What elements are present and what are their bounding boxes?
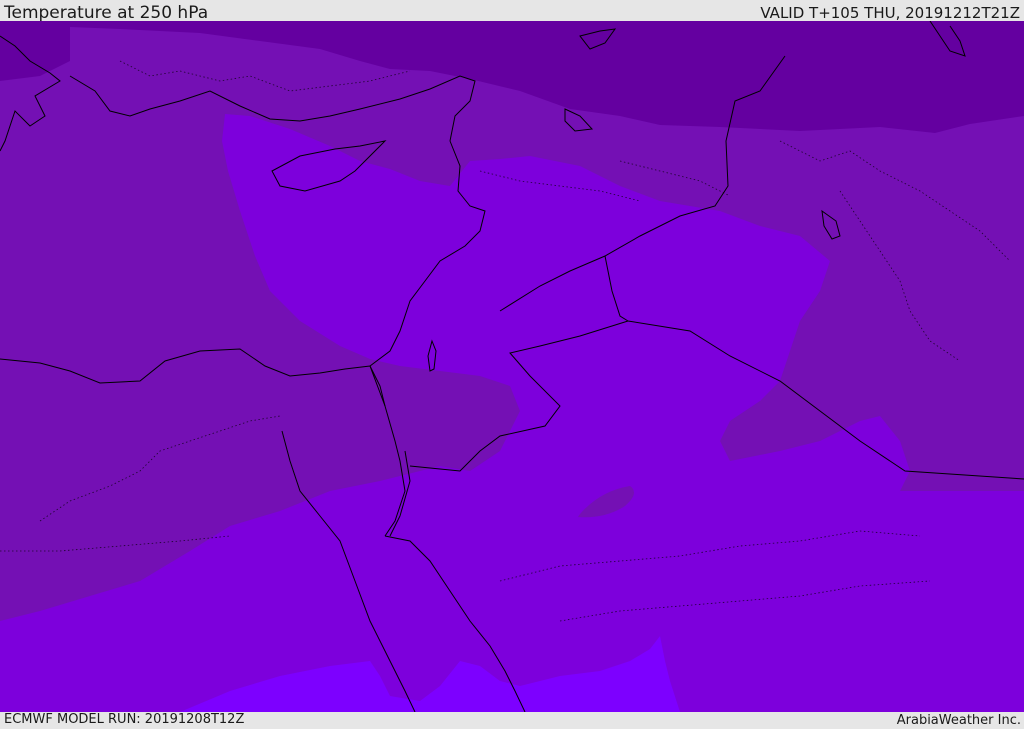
map-canvas [0,21,1024,712]
forecast-map-frame: Temperature at 250 hPa VALID T+105 THU, … [0,0,1024,729]
header-bar: Temperature at 250 hPa VALID T+105 THU, … [0,0,1024,23]
footer-bar: ECMWF MODEL RUN: 20191208T12Z ArabiaWeat… [0,712,1024,729]
map-title: Temperature at 250 hPa [4,3,209,23]
credit-label: ArabiaWeather Inc. [896,713,1021,728]
model-run-label: ECMWF MODEL RUN: 20191208T12Z [4,712,245,727]
valid-time-label: VALID T+105 THU, 20191212T21Z [760,4,1020,22]
temperature-map[interactable] [0,21,1024,712]
